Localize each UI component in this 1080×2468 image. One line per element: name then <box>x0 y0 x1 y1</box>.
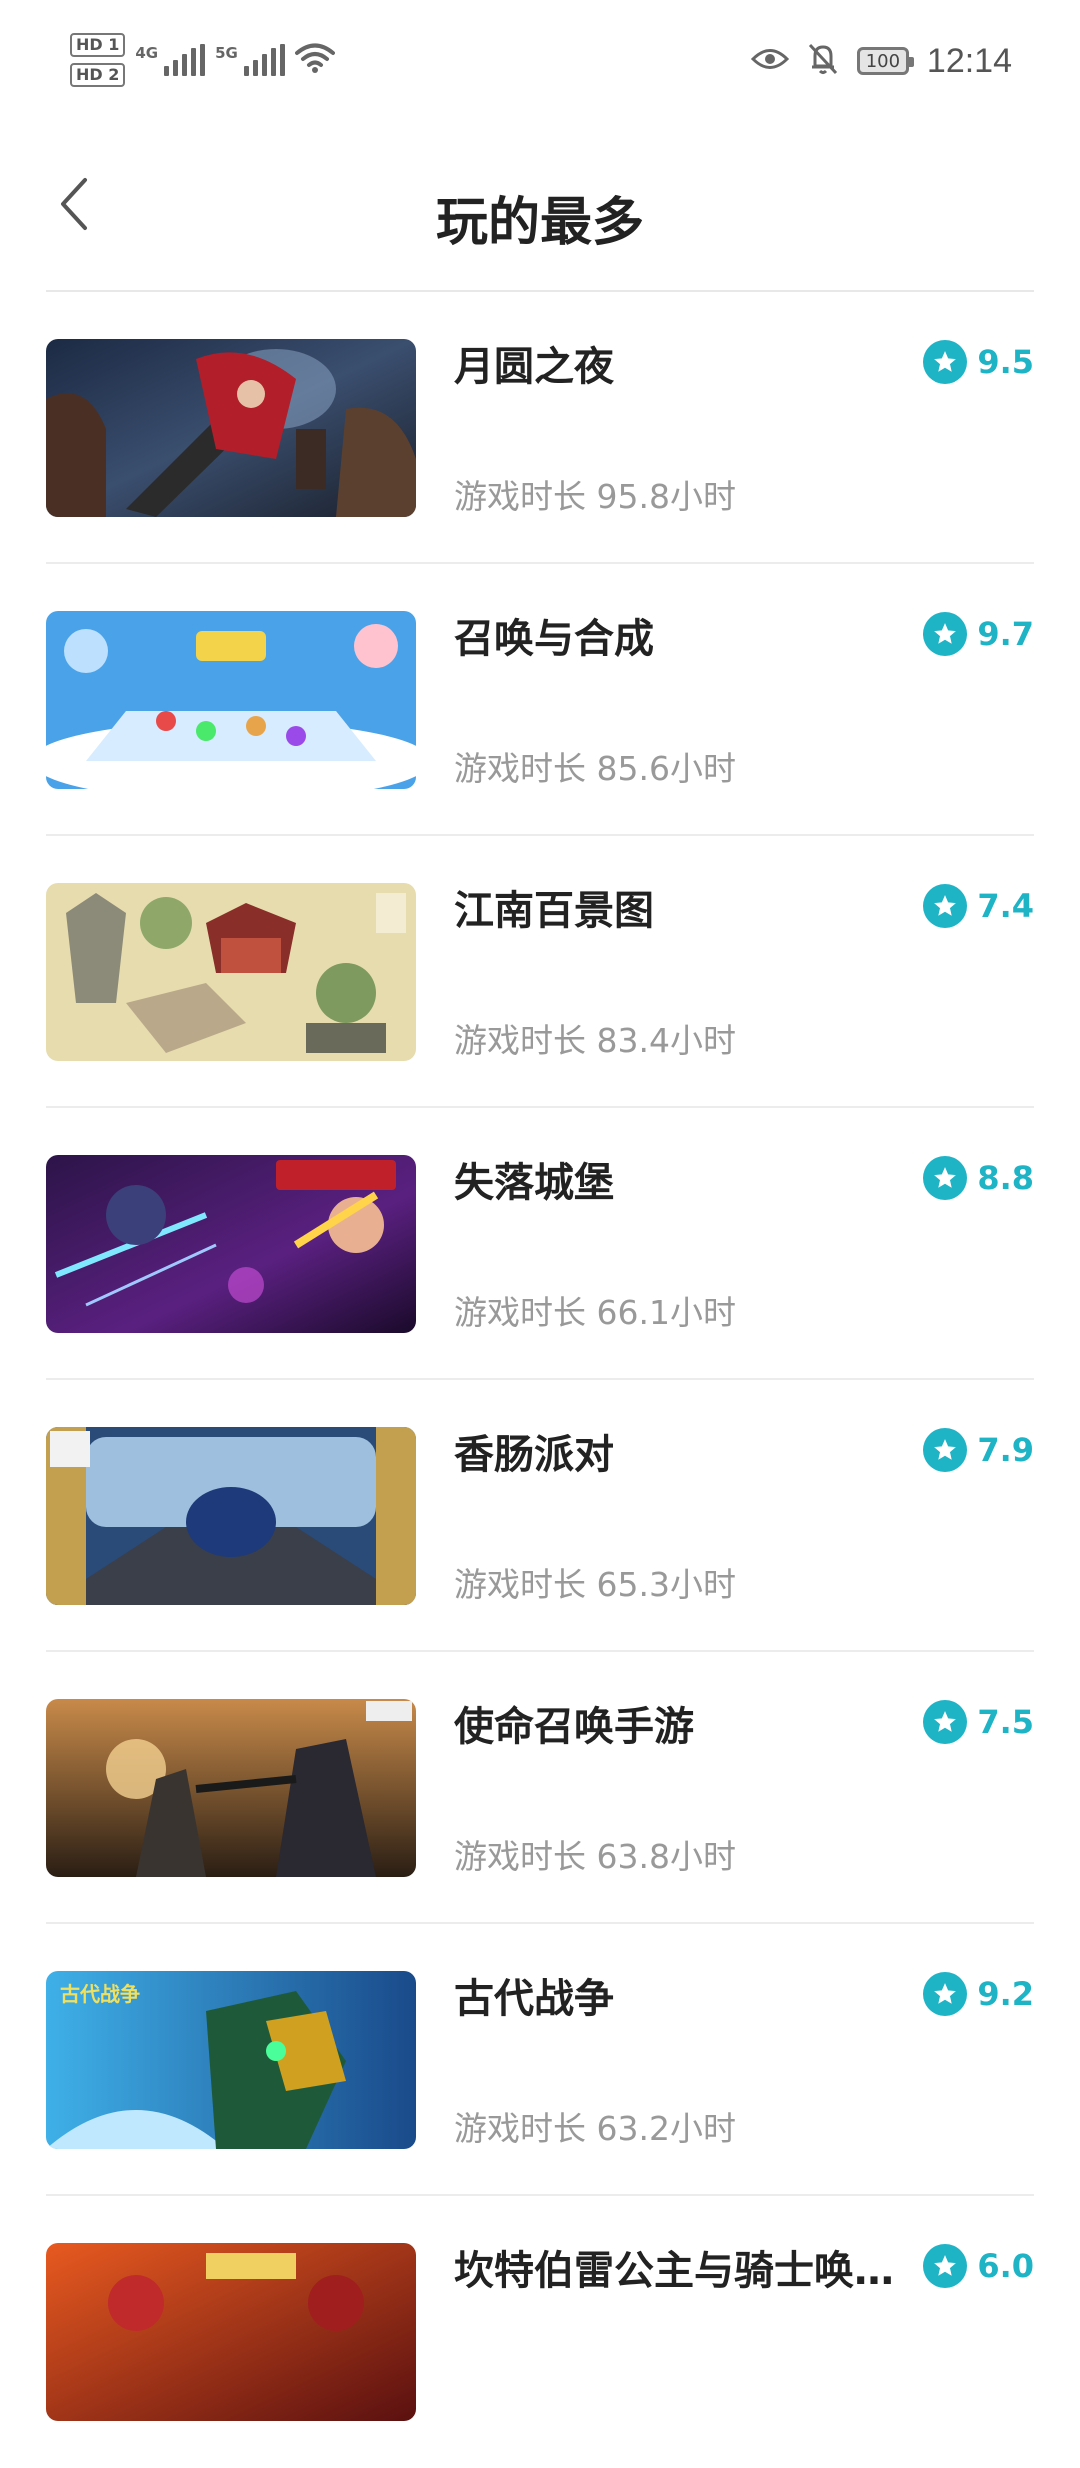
wifi-icon <box>294 42 335 78</box>
game-thumbnail <box>46 1155 416 1333</box>
game-title: 香肠派对 <box>454 1432 614 1478</box>
game-thumbnail <box>46 2243 416 2421</box>
rating-badge: 7.9 <box>923 1428 1034 1472</box>
list-item[interactable]: 坎特伯雷公主与骑士唤… 6.0 <box>0 2196 1080 2468</box>
status-left: HD 1 HD 2 4G 5G <box>70 30 335 90</box>
game-title: 失落城堡 <box>454 1160 614 1206</box>
clock-time: 12:14 <box>926 41 1012 80</box>
star-icon <box>923 2244 968 2288</box>
top-app-bar: 玩的最多 <box>0 120 1080 290</box>
game-thumbnail <box>46 1427 416 1605</box>
play-time: 游戏时长 83.4小时 <box>454 1021 736 1060</box>
game-title: 江南百景图 <box>454 888 654 934</box>
rating-badge: 9.5 <box>923 340 1034 384</box>
star-icon <box>923 612 968 656</box>
bell-off-icon <box>807 42 839 80</box>
rating-badge: 6.0 <box>923 2244 1034 2288</box>
play-time: 游戏时长 95.8小时 <box>454 477 736 516</box>
list-item[interactable]: 香肠派对 游戏时长 65.3小时 7.9 <box>0 1380 1080 1652</box>
list-item[interactable]: 江南百景图 游戏时长 83.4小时 7.4 <box>0 836 1080 1108</box>
list-item[interactable]: 召唤与合成 游戏时长 85.6小时 9.7 <box>0 564 1080 836</box>
rating-score: 7.9 <box>977 1431 1034 1469</box>
play-time: 游戏时长 66.1小时 <box>454 1293 736 1332</box>
signal-5g: 5G <box>215 44 285 76</box>
star-icon <box>923 1972 968 2016</box>
rating-score: 7.4 <box>977 887 1034 925</box>
rating-score: 9.2 <box>977 1975 1034 2013</box>
rating-score: 7.5 <box>977 1703 1034 1741</box>
rating-badge: 7.5 <box>923 1700 1034 1744</box>
svg-text:古代战争: 古代战争 <box>60 1982 140 2006</box>
hd-indicators: HD 1 HD 2 <box>70 33 126 87</box>
play-time: 游戏时长 85.6小时 <box>454 749 736 788</box>
rating-badge: 9.2 <box>923 1972 1034 2016</box>
play-time: 游戏时长 63.2小时 <box>454 2109 736 2148</box>
star-icon <box>923 1156 968 1200</box>
network-type-5g: 5G <box>215 44 238 62</box>
star-icon <box>923 340 968 384</box>
star-icon <box>923 1700 968 1744</box>
hd1-badge: HD 1 <box>70 33 126 57</box>
game-thumbnail: 古代战争 <box>46 1971 416 2149</box>
rating-badge: 8.8 <box>923 1156 1034 1200</box>
page-title: 玩的最多 <box>435 193 644 253</box>
network-type-4g: 4G <box>135 44 159 62</box>
hd2-badge: HD 2 <box>70 63 126 87</box>
signal-4g: 4G <box>135 44 206 76</box>
game-list: 月圆之夜 游戏时长 95.8小时 9.5 召唤与合成 游戏时长 85.6小时 9… <box>0 292 1080 2468</box>
play-time: 游戏时长 63.8小时 <box>454 1837 736 1876</box>
rating-score: 9.5 <box>977 343 1034 381</box>
rating-badge: 9.7 <box>923 612 1034 656</box>
list-item[interactable]: 古代战争 古代战争 游戏时长 63.2小时 9.2 <box>0 1924 1080 2196</box>
list-item[interactable]: 月圆之夜 游戏时长 95.8小时 9.5 <box>0 292 1080 564</box>
rating-score: 6.0 <box>977 2247 1034 2285</box>
eye-icon <box>750 46 790 76</box>
signal-bars-icon <box>164 44 206 76</box>
game-title: 月圆之夜 <box>454 344 614 390</box>
rating-score: 8.8 <box>977 1159 1034 1197</box>
status-right: 100 12:14 <box>750 36 1012 86</box>
list-item[interactable]: 失落城堡 游戏时长 66.1小时 8.8 <box>0 1108 1080 1380</box>
star-icon <box>923 884 968 928</box>
list-item[interactable]: 使命召唤手游 游戏时长 63.8小时 7.5 <box>0 1652 1080 1924</box>
status-bar: HD 1 HD 2 4G 5G 100 12:14 <box>0 0 1080 120</box>
game-title: 古代战争 <box>454 1976 614 2022</box>
game-thumbnail <box>46 883 416 1061</box>
game-title: 召唤与合成 <box>454 616 654 662</box>
signal-bars-icon <box>243 44 285 76</box>
battery-icon: 100 <box>856 47 914 75</box>
rating-badge: 7.4 <box>923 884 1034 928</box>
game-title: 坎特伯雷公主与骑士唤… <box>454 2248 894 2294</box>
game-thumbnail <box>46 339 416 517</box>
rating-score: 9.7 <box>977 615 1034 653</box>
game-thumbnail <box>46 1699 416 1877</box>
game-thumbnail <box>46 611 416 789</box>
game-title: 使命召唤手游 <box>454 1704 694 1750</box>
play-time: 游戏时长 65.3小时 <box>454 1565 736 1604</box>
star-icon <box>923 1428 968 1472</box>
